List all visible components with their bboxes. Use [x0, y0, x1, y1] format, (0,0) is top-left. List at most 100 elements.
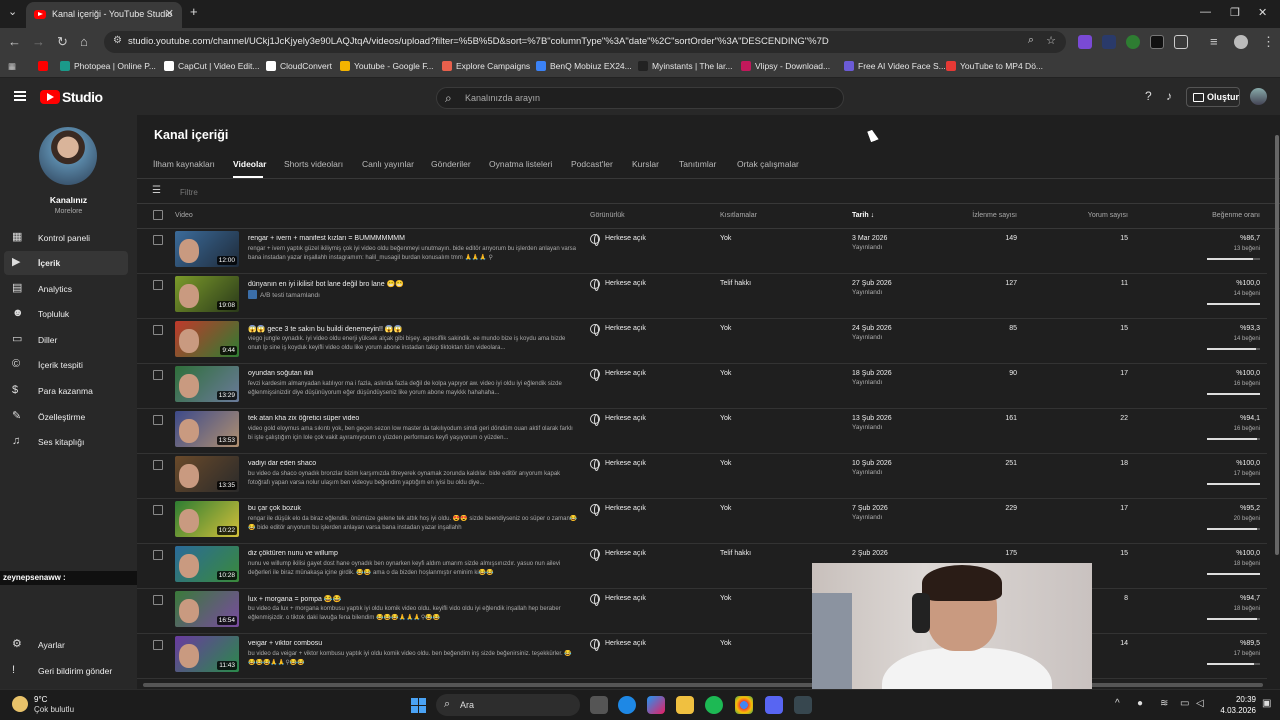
table-row[interactable]: 16:54 lux + morgana = pompa 😂😂 bu video da… — [137, 589, 1267, 634]
profile-icon[interactable] — [1234, 35, 1248, 49]
weather-icon[interactable] — [12, 696, 28, 712]
row-checkbox[interactable] — [153, 550, 163, 560]
browser-menu-icon[interactable]: ⋮ — [1262, 34, 1275, 50]
forward-icon[interactable]: → — [32, 34, 45, 49]
help-icon[interactable]: ? — [1145, 89, 1152, 103]
reload-icon[interactable]: ↻ — [57, 34, 68, 50]
visibility-value[interactable]: Herkese açık — [605, 415, 646, 422]
visibility-value[interactable]: Herkese açık — [605, 550, 646, 557]
extension-shield-icon[interactable] — [1126, 35, 1140, 49]
taskbar-clock[interactable]: 20:39 4.03.2026 — [1216, 694, 1256, 716]
close-window-icon[interactable]: ✕ — [1258, 6, 1267, 19]
column-header-comments[interactable]: Yorum sayısı — [1078, 212, 1128, 219]
video-title[interactable]: tek atan kha zix öğretici süper video — [248, 415, 578, 422]
volume-icon[interactable]: ◁ — [1196, 698, 1204, 709]
bookmark-item[interactable]: Free AI Video Face S... — [844, 61, 946, 71]
table-row[interactable]: 10:22 bu çar çok bozuk rengar ile düşük el… — [137, 499, 1267, 544]
table-row[interactable]: 19:08 dünyanın en iyi ikilisi! bot lane d… — [137, 274, 1267, 319]
table-row[interactable]: 11:43 veigar + viktor combosu bu video da … — [137, 634, 1267, 679]
bookmark-item[interactable]: BenQ Mobiuz EX24... — [536, 61, 632, 71]
bookmark-item[interactable]: CapCut | Video Edit... — [164, 61, 259, 71]
tab-videos[interactable]: Videolar — [233, 159, 266, 169]
extension-icon[interactable] — [1078, 35, 1092, 49]
sidebar-item-feedback[interactable]: ! Geri bildirim gönder — [0, 659, 137, 683]
sidebar-item-monetization[interactable]: $ Para kazanma — [0, 379, 137, 403]
filter-input[interactable] — [180, 185, 480, 199]
table-row[interactable]: 13:29 oyundan soğutan ikili fevzi kardesim… — [137, 364, 1267, 409]
video-title[interactable]: diz çöktüren nunu ve willump — [248, 550, 578, 557]
battery-icon[interactable]: ▭ — [1180, 698, 1189, 709]
notifications-bell-icon[interactable]: ♪ — [1166, 89, 1172, 103]
tab-shorts[interactable]: Shorts videoları — [284, 159, 343, 169]
address-bar[interactable]: ⚙ studio.youtube.com/channel/UCkj1JcKjye… — [104, 31, 1066, 53]
tab-posts[interactable]: Gönderiler — [431, 159, 471, 169]
table-row[interactable]: 9:44 😱😱 gece 3 te sakın bu buildi denemey… — [137, 319, 1267, 364]
video-thumbnail[interactable]: 10:22 — [175, 501, 239, 537]
visibility-value[interactable]: Herkese açık — [605, 640, 646, 647]
bookmark-item[interactable]: YouTube to MP4 Dö... — [946, 61, 1043, 71]
column-header-views[interactable]: İzlenme sayısı — [967, 212, 1017, 219]
video-thumbnail[interactable]: 10:28 — [175, 546, 239, 582]
video-thumbnail[interactable]: 13:35 — [175, 456, 239, 492]
hamburger-menu-icon[interactable] — [14, 91, 26, 101]
visibility-value[interactable]: Herkese açık — [605, 370, 646, 377]
video-title[interactable]: veigar + viktor combosu — [248, 640, 578, 647]
sidebar-item-copyright[interactable]: © İçerik tespiti — [0, 353, 137, 377]
bookmark-item[interactable]: Youtube - Google F... — [340, 61, 434, 71]
copilot-icon[interactable] — [647, 696, 665, 714]
search-input[interactable] — [465, 91, 825, 105]
video-title[interactable]: oyundan soğutan ikili — [248, 370, 578, 377]
video-title[interactable]: lux + morgana = pompa 😂😂 — [248, 595, 578, 603]
bookmark-item[interactable] — [38, 61, 52, 71]
bookmark-star-icon[interactable]: ☆ — [1046, 34, 1056, 47]
browser-tab[interactable]: Kanal içeriği - YouTube Studio ✕ — [26, 2, 182, 28]
bookmark-item[interactable]: Explore Campaigns — [442, 61, 530, 71]
table-row[interactable]: 10:28 diz çöktüren nunu ve willump nunu ve… — [137, 544, 1267, 589]
video-title[interactable]: rengar + ivern + manifest kızları = BUMM… — [248, 235, 578, 242]
visibility-value[interactable]: Herkese açık — [605, 460, 646, 467]
select-all-checkbox[interactable] — [153, 210, 163, 220]
task-view-icon[interactable] — [590, 696, 608, 714]
file-explorer-icon[interactable] — [676, 696, 694, 714]
video-title[interactable]: bu çar çok bozuk — [248, 505, 578, 512]
visibility-value[interactable]: Herkese açık — [605, 280, 646, 287]
column-header-date[interactable]: Tarih ↓ — [852, 212, 874, 219]
horizontal-scrollbar[interactable] — [143, 683, 1263, 687]
zoom-search-icon[interactable]: ⌕ — [1028, 34, 1034, 47]
table-row[interactable]: 12:00 rengar + ivern + manifest kızları =… — [137, 229, 1267, 274]
sidebar-item-content[interactable]: ▶ İçerik — [4, 251, 128, 275]
notification-center-icon[interactable]: ▣ — [1262, 698, 1271, 709]
row-checkbox[interactable] — [153, 460, 163, 470]
wifi-icon[interactable]: ≋ — [1160, 698, 1168, 709]
reading-list-icon[interactable]: ≡ — [1210, 34, 1218, 49]
video-thumbnail[interactable]: 9:44 — [175, 321, 239, 357]
app-icon[interactable] — [794, 696, 812, 714]
extensions-puzzle-icon[interactable] — [1174, 35, 1188, 49]
video-title[interactable]: dünyanın en iyi ikilisi! bot lane değil … — [248, 280, 578, 288]
table-row[interactable]: 13:53 tek atan kha zix öğretici süper vid… — [137, 409, 1267, 454]
start-button[interactable] — [411, 698, 426, 713]
bookmark-item[interactable]: CloudConvert — [266, 61, 332, 71]
video-thumbnail[interactable]: 13:53 — [175, 411, 239, 447]
minimize-icon[interactable]: — — [1200, 6, 1211, 18]
video-title[interactable]: vadiyi dar eden shaco — [248, 460, 578, 467]
row-checkbox[interactable] — [153, 235, 163, 245]
video-title[interactable]: 😱😱 gece 3 te sakın bu buildi denemeyin!!… — [248, 325, 578, 333]
row-checkbox[interactable] — [153, 505, 163, 515]
chrome-icon[interactable] — [735, 696, 753, 714]
row-checkbox[interactable] — [153, 640, 163, 650]
video-thumbnail[interactable]: 12:00 — [175, 231, 239, 267]
sidebar-item-community[interactable]: ☻ Topluluk — [0, 302, 137, 326]
row-checkbox[interactable] — [153, 595, 163, 605]
extension-icon[interactable] — [1150, 35, 1164, 49]
table-row[interactable]: 13:35 vadiyi dar eden shaco bu video da sh… — [137, 454, 1267, 499]
tab-playlists[interactable]: Oynatma listeleri — [489, 159, 552, 169]
visibility-value[interactable]: Herkese açık — [605, 505, 646, 512]
apps-grid-icon[interactable]: ▦ — [8, 61, 16, 72]
visibility-value[interactable]: Herkese açık — [605, 595, 646, 602]
video-thumbnail[interactable]: 13:29 — [175, 366, 239, 402]
tab-podcasts[interactable]: Podcast'ler — [571, 159, 613, 169]
tab-list-icon[interactable]: ⌄ — [8, 5, 17, 18]
new-tab-icon[interactable]: + — [190, 4, 198, 19]
youtube-logo-icon[interactable] — [40, 90, 60, 104]
